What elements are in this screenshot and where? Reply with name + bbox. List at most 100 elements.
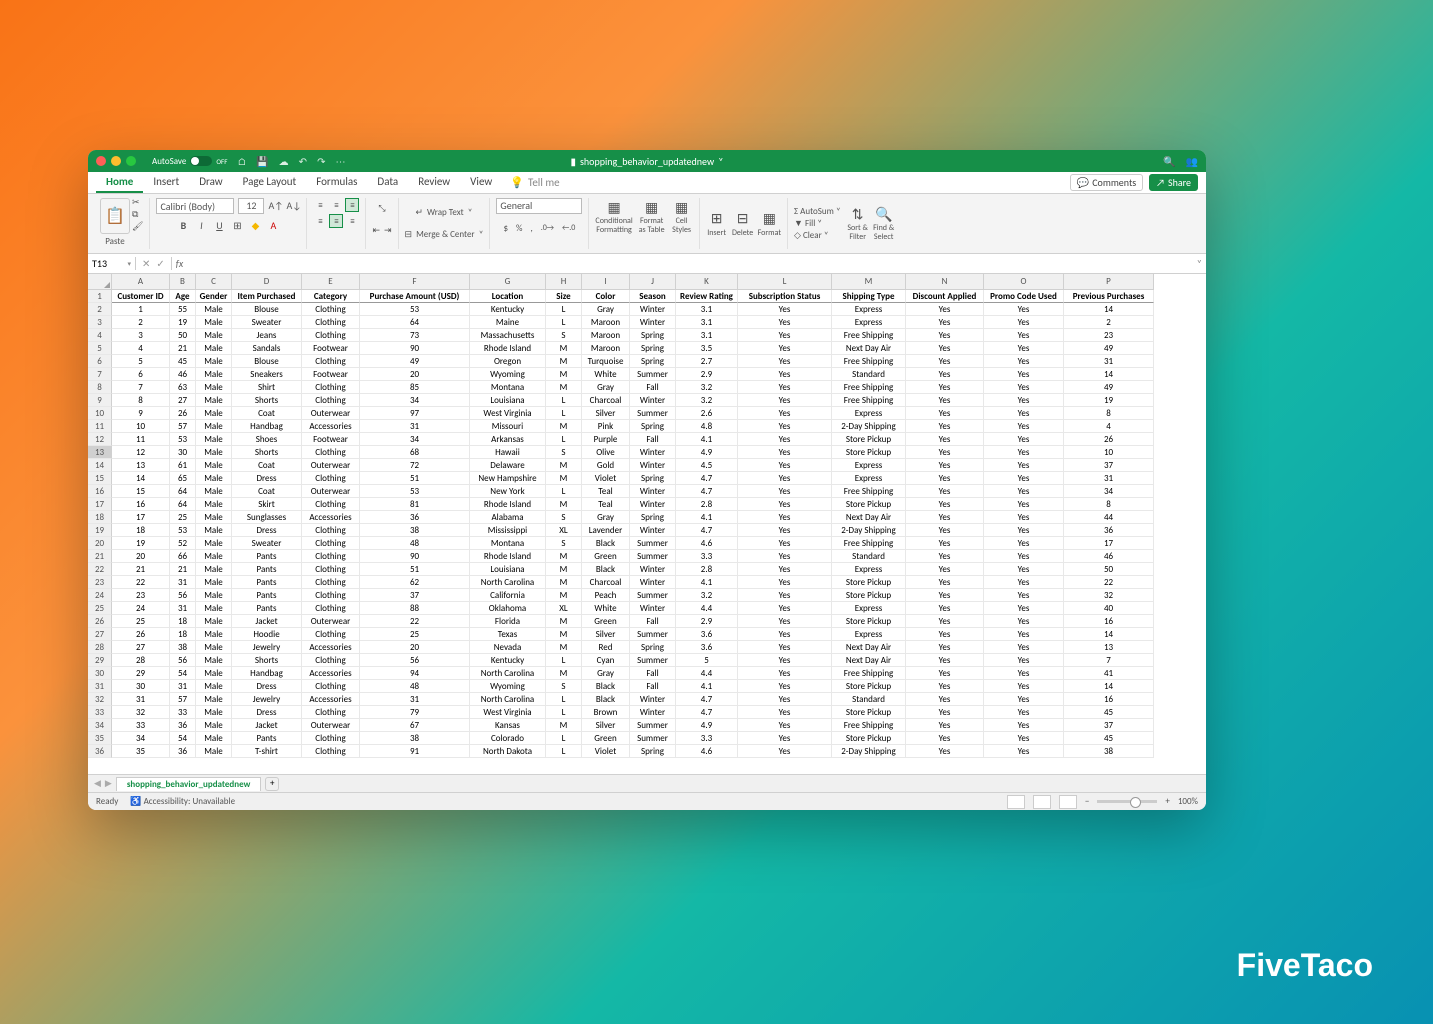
column-header[interactable]: H <box>546 274 582 290</box>
cell[interactable]: 4 <box>112 342 170 355</box>
cell[interactable]: 64 <box>170 485 196 498</box>
cell[interactable]: Yes <box>984 641 1064 654</box>
cell[interactable]: Yes <box>906 563 984 576</box>
cell[interactable]: Yes <box>906 303 984 316</box>
cell[interactable]: M <box>546 563 582 576</box>
cell[interactable]: Male <box>196 355 232 368</box>
cell[interactable]: West Virginia <box>470 407 546 420</box>
cell[interactable]: Fall <box>630 680 676 693</box>
decrease-font-icon[interactable]: A↓ <box>286 199 300 213</box>
cell[interactable]: M <box>546 420 582 433</box>
cell[interactable]: Yes <box>984 706 1064 719</box>
cell[interactable]: Free Shipping <box>832 719 906 732</box>
cell[interactable]: 10 <box>112 420 170 433</box>
cell[interactable]: Express <box>832 303 906 316</box>
cell[interactable]: Yes <box>984 745 1064 758</box>
cell[interactable]: North Carolina <box>470 693 546 706</box>
cell[interactable]: Yes <box>738 303 832 316</box>
cell[interactable]: XL <box>546 524 582 537</box>
cell[interactable]: Male <box>196 407 232 420</box>
column-header[interactable]: F <box>360 274 470 290</box>
cell[interactable]: Express <box>832 407 906 420</box>
cell[interactable]: Clothing <box>302 446 360 459</box>
cell[interactable]: 4.7 <box>676 485 738 498</box>
cell[interactable]: Male <box>196 628 232 641</box>
cell[interactable]: Yes <box>984 628 1064 641</box>
cell[interactable]: Yes <box>738 550 832 563</box>
cell[interactable]: 16 <box>1064 693 1154 706</box>
cell[interactable]: Yes <box>906 706 984 719</box>
cell[interactable]: 11 <box>112 433 170 446</box>
cell[interactable]: Fall <box>630 667 676 680</box>
cell[interactable]: Male <box>196 394 232 407</box>
cell[interactable]: Fall <box>630 433 676 446</box>
cell[interactable]: Store Pickup <box>832 498 906 511</box>
cell[interactable]: L <box>546 433 582 446</box>
row-header[interactable]: 30 <box>88 667 112 680</box>
copy-icon[interactable]: ⧉ <box>132 210 143 220</box>
cell[interactable]: 21 <box>170 342 196 355</box>
cell[interactable]: 3.1 <box>676 316 738 329</box>
cell[interactable]: Clothing <box>302 589 360 602</box>
cell[interactable]: Discount Applied <box>906 290 984 303</box>
cell[interactable]: Hawaii <box>470 446 546 459</box>
cell[interactable]: Yes <box>984 511 1064 524</box>
row-header[interactable]: 32 <box>88 693 112 706</box>
cell[interactable]: 25 <box>170 511 196 524</box>
cell[interactable]: Spring <box>630 355 676 368</box>
cell[interactable]: Previous Purchases <box>1064 290 1154 303</box>
maximize-window-icon[interactable] <box>126 156 136 166</box>
column-header[interactable]: B <box>170 274 196 290</box>
cell[interactable]: 68 <box>360 446 470 459</box>
cell[interactable]: Yes <box>906 745 984 758</box>
cell[interactable]: Summer <box>630 628 676 641</box>
cell[interactable]: Winter <box>630 524 676 537</box>
cell[interactable]: Male <box>196 329 232 342</box>
cell[interactable]: 4.4 <box>676 602 738 615</box>
cell[interactable]: Yes <box>984 524 1064 537</box>
cell[interactable]: 53 <box>170 524 196 537</box>
cell[interactable]: Yes <box>738 420 832 433</box>
cell[interactable]: Yes <box>906 719 984 732</box>
cell[interactable]: 2.9 <box>676 615 738 628</box>
cell[interactable]: Massachusetts <box>470 329 546 342</box>
cell[interactable]: Mississippi <box>470 524 546 537</box>
cell[interactable]: 38 <box>360 732 470 745</box>
cell[interactable]: 16 <box>112 498 170 511</box>
row-header[interactable]: 13 <box>88 446 112 459</box>
cell[interactable]: Spring <box>630 745 676 758</box>
cell[interactable]: 32 <box>1064 589 1154 602</box>
normal-view-icon[interactable] <box>1007 795 1025 809</box>
cell[interactable]: Yes <box>984 485 1064 498</box>
cell[interactable]: Spring <box>630 511 676 524</box>
cell[interactable]: 3.6 <box>676 628 738 641</box>
cell[interactable]: 53 <box>360 303 470 316</box>
italic-button[interactable]: I <box>194 219 208 233</box>
cell[interactable]: Male <box>196 472 232 485</box>
align-top-right[interactable]: ≡ <box>345 198 359 212</box>
redo-icon[interactable]: ↷ <box>317 155 325 168</box>
cell[interactable]: Yes <box>906 433 984 446</box>
cell[interactable]: Free Shipping <box>832 537 906 550</box>
cell[interactable]: Shirt <box>232 381 302 394</box>
cell[interactable]: Express <box>832 602 906 615</box>
row-header[interactable]: 2 <box>88 303 112 316</box>
cell[interactable]: Yes <box>738 433 832 446</box>
cell[interactable]: Purchase Amount (USD) <box>360 290 470 303</box>
cell[interactable]: 3.2 <box>676 394 738 407</box>
underline-button[interactable]: U <box>212 219 226 233</box>
cell[interactable]: Gray <box>582 381 630 394</box>
cell[interactable]: Male <box>196 433 232 446</box>
cell[interactable]: 4.9 <box>676 719 738 732</box>
cell[interactable]: L <box>546 316 582 329</box>
cell[interactable]: Yes <box>906 498 984 511</box>
cell[interactable]: Summer <box>630 654 676 667</box>
cell[interactable]: Brown <box>582 706 630 719</box>
tab-draw[interactable]: Draw <box>189 172 232 193</box>
cell[interactable]: 8 <box>112 394 170 407</box>
cell[interactable]: Male <box>196 316 232 329</box>
cell[interactable]: Pants <box>232 732 302 745</box>
cell[interactable]: Location <box>470 290 546 303</box>
cell[interactable]: Olive <box>582 446 630 459</box>
cell[interactable]: S <box>546 329 582 342</box>
